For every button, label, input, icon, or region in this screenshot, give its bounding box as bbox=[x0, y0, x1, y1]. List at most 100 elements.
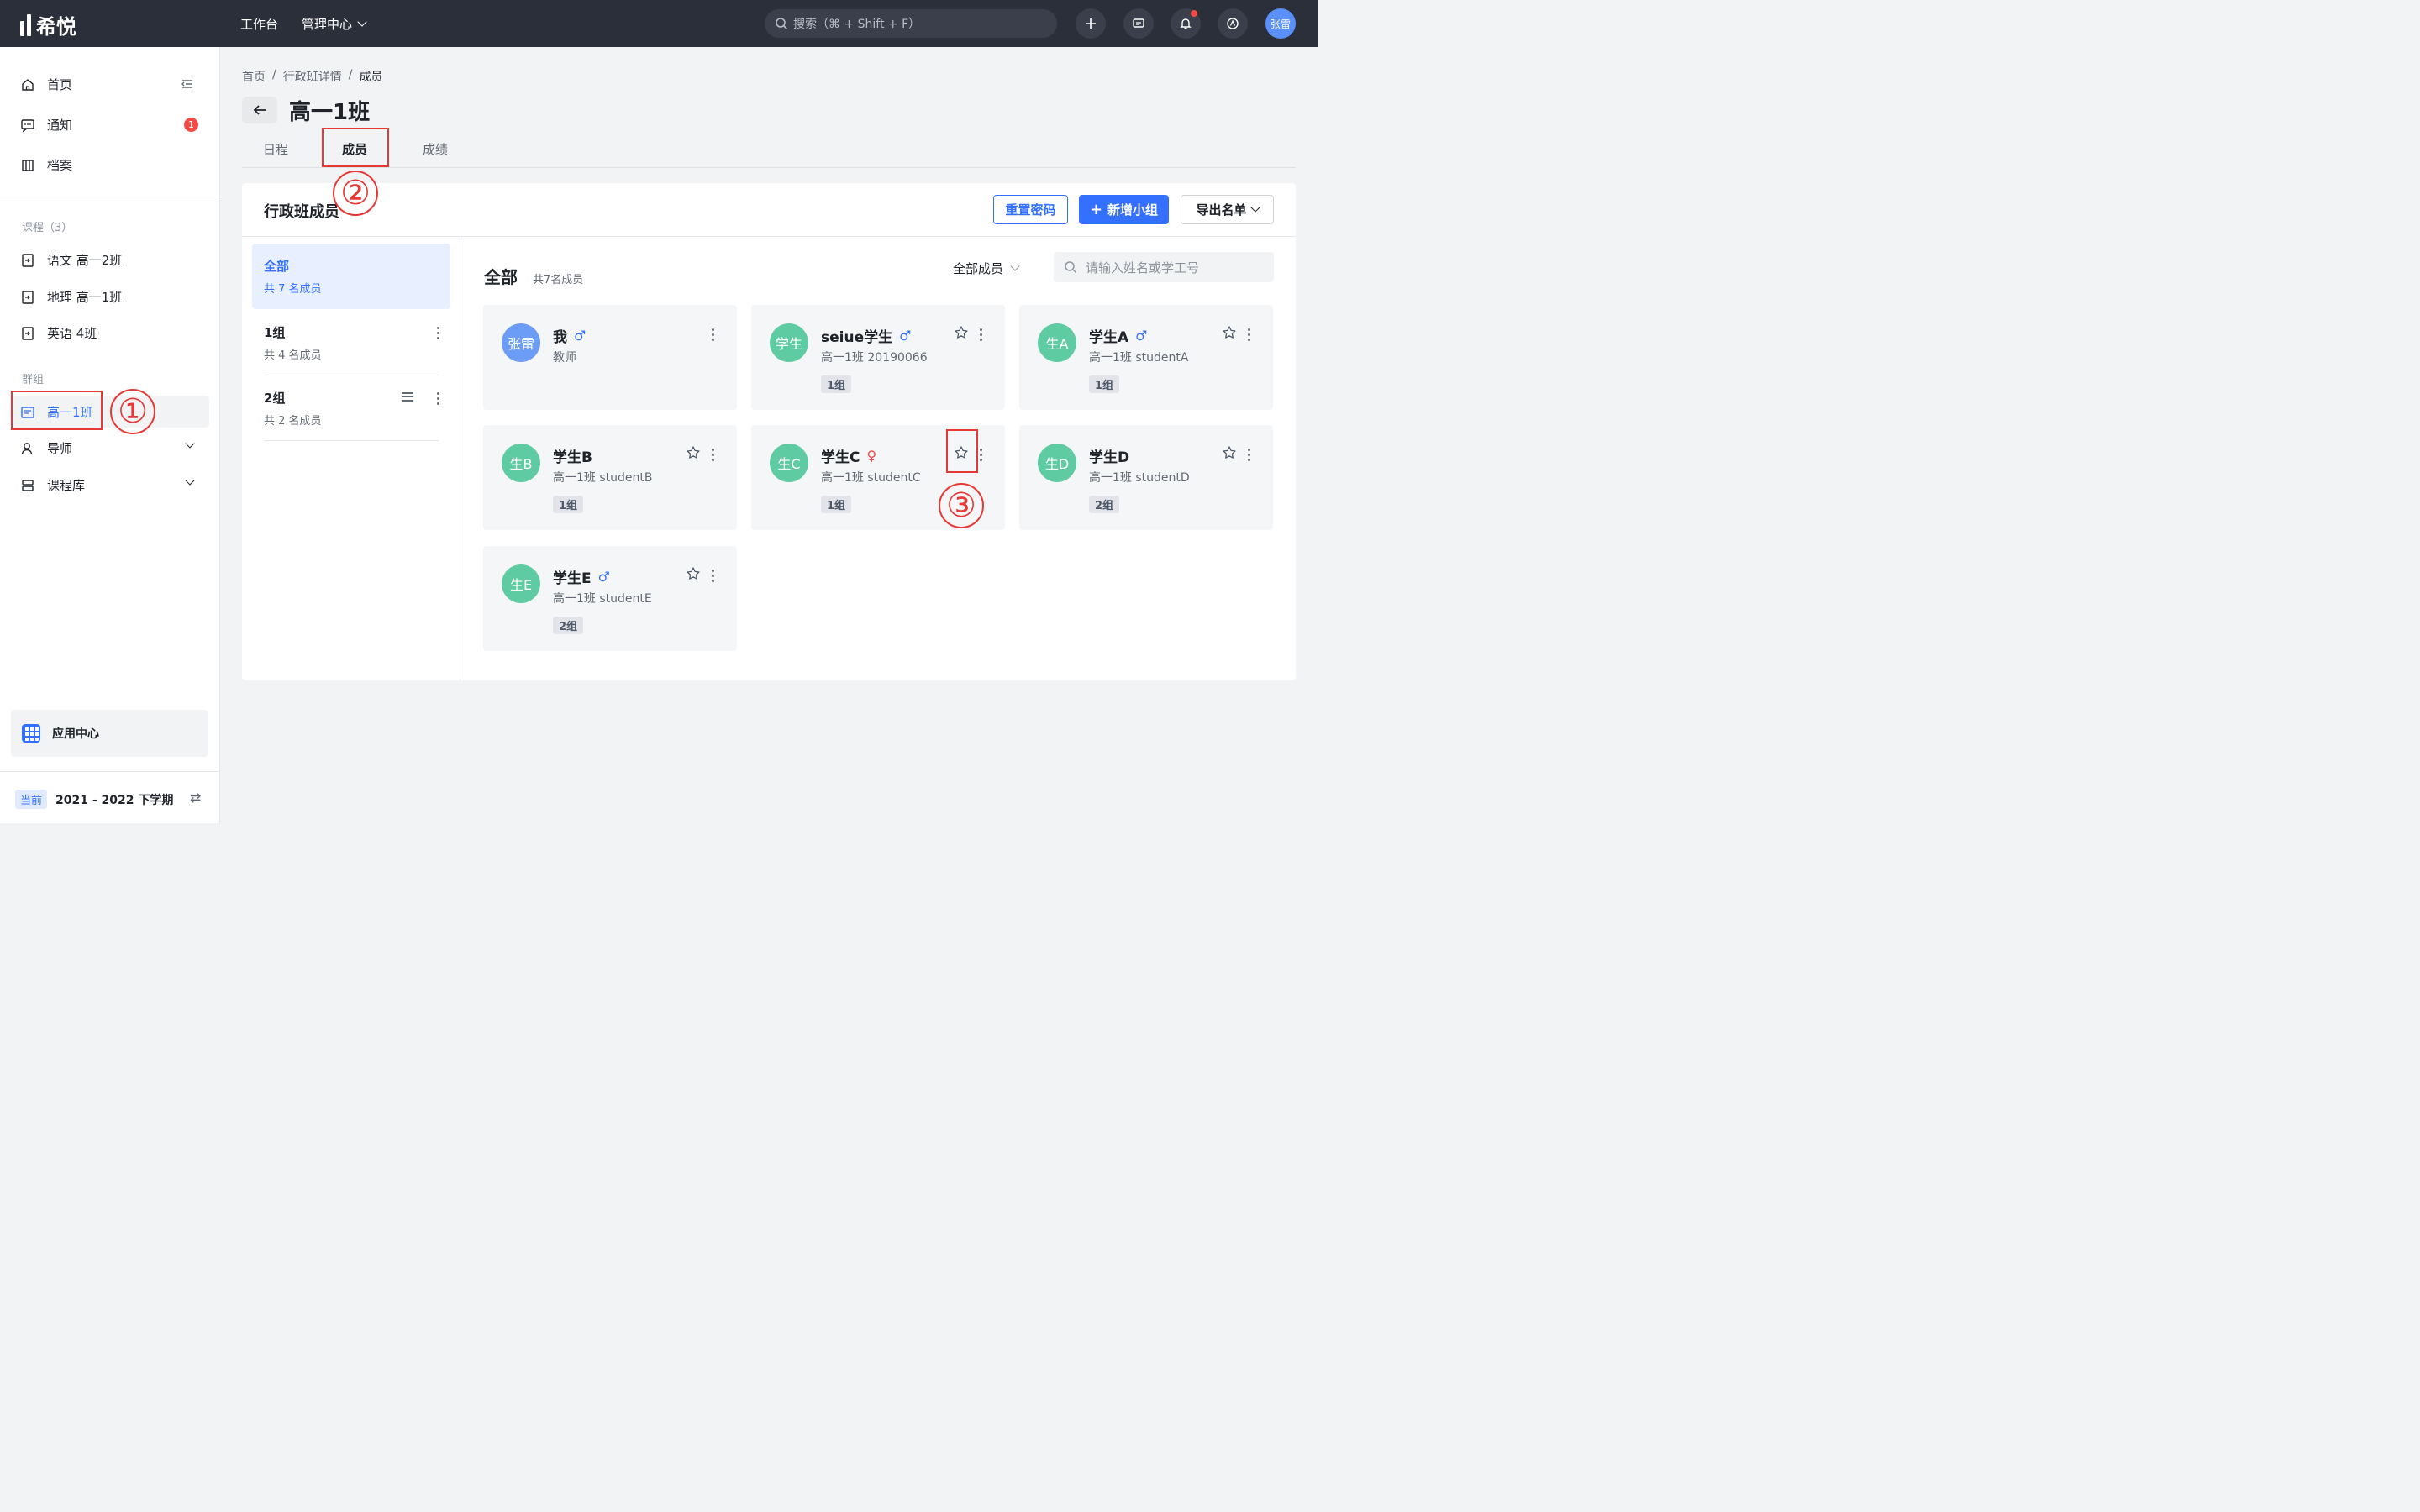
avatar[interactable]: 张雷 bbox=[502, 323, 540, 362]
member-name[interactable]: seiue学生 bbox=[821, 325, 892, 346]
panel-title: 行政班成员 bbox=[264, 203, 339, 221]
member-name[interactable]: 学生A bbox=[1089, 325, 1128, 346]
sidebar-item-mentor[interactable]: 导师 bbox=[20, 438, 197, 457]
star-icon[interactable] bbox=[1222, 445, 1237, 460]
star-icon[interactable] bbox=[686, 445, 701, 460]
group-item-all[interactable]: 全部 共 7 名成员 bbox=[252, 244, 450, 309]
archive-icon bbox=[22, 159, 34, 171]
member-name[interactable]: 学生E bbox=[553, 566, 592, 587]
bell-icon[interactable] bbox=[1171, 8, 1201, 39]
add-group-label: 新增小组 bbox=[1107, 202, 1159, 218]
add-icon[interactable] bbox=[1076, 8, 1106, 39]
breadcrumb-current: 成员 bbox=[359, 71, 383, 84]
reset-password-button[interactable]: 重置密码 bbox=[993, 195, 1068, 224]
member-search-input[interactable]: 请输入姓名或学工号 bbox=[1054, 252, 1274, 282]
avatar[interactable]: 学生 bbox=[770, 323, 808, 362]
back-button[interactable] bbox=[242, 97, 277, 123]
male-icon: ♂ bbox=[899, 328, 912, 344]
term-label: 2021 - 2022 下学期 bbox=[55, 793, 174, 807]
member-card[interactable]: 生B 学生B 高一1班 studentB 1组 bbox=[483, 425, 737, 530]
avatar[interactable]: 生C bbox=[770, 444, 808, 482]
more-icon[interactable] bbox=[711, 328, 714, 341]
male-icon: ♂ bbox=[597, 569, 610, 585]
avatar[interactable]: 生E bbox=[502, 564, 540, 603]
member-card[interactable]: 学生 seiue学生 ♂ 高一1班 20190066 1组 bbox=[751, 305, 1005, 410]
more-icon[interactable] bbox=[979, 328, 982, 341]
app-center-button[interactable]: 应用中心 bbox=[11, 710, 208, 757]
member-subtitle: 高一1班 studentC bbox=[821, 471, 921, 485]
term-tag: 当前 bbox=[15, 790, 48, 809]
annotation-number-3: ③ bbox=[939, 483, 984, 528]
star-icon[interactable] bbox=[1222, 325, 1237, 340]
swap-icon[interactable]: ⇄ bbox=[190, 790, 201, 806]
annotation-number-2: ② bbox=[333, 171, 378, 216]
members-panel: 行政班成员 重置密码 + 新增小组 导出名单 全部 共 7 名成员 1组 共 4… bbox=[242, 183, 1296, 680]
sidebar-course-1[interactable]: 语文 高一2班 bbox=[20, 251, 122, 269]
more-icon[interactable] bbox=[979, 449, 982, 461]
group-divider bbox=[264, 440, 439, 441]
sidebar-course-3[interactable]: 英语 4班 bbox=[20, 324, 97, 342]
sidebar-item-course-library[interactable]: 课程库 bbox=[20, 475, 197, 494]
home-icon bbox=[22, 78, 34, 91]
breadcrumb-home[interactable]: 首页 bbox=[242, 68, 266, 85]
members-header: 全部 共7名成员 bbox=[484, 264, 583, 288]
more-icon[interactable] bbox=[711, 570, 714, 582]
collapse-sidebar-icon[interactable] bbox=[181, 77, 194, 91]
more-icon[interactable] bbox=[436, 392, 439, 405]
more-icon[interactable] bbox=[436, 327, 439, 339]
term-selector[interactable]: 当前 2021 - 2022 下学期 bbox=[15, 790, 173, 809]
group-tag: 1组 bbox=[821, 496, 852, 513]
course-icon bbox=[22, 253, 34, 267]
sidebar-label: 课程库 bbox=[47, 478, 86, 493]
message-icon[interactable] bbox=[1123, 8, 1154, 39]
group-item-1[interactable]: 1组 共 4 名成员 bbox=[252, 309, 450, 375]
sidebar-item-notifications[interactable]: 通知 bbox=[20, 116, 72, 134]
chevron-down-icon bbox=[185, 438, 195, 449]
group-item-2[interactable]: 2组 共 2 名成员 bbox=[252, 375, 450, 440]
member-card[interactable]: 生A 学生A ♂ 高一1班 studentA 1组 bbox=[1019, 305, 1273, 410]
avatar[interactable]: 生B bbox=[502, 444, 540, 482]
avatar[interactable]: 生D bbox=[1038, 444, 1076, 482]
member-name-row: seiue学生 ♂ bbox=[821, 325, 911, 346]
groups-heading: 群组 bbox=[22, 374, 45, 386]
add-group-button[interactable]: + 新增小组 bbox=[1079, 195, 1169, 224]
member-subtitle: 高一1班 20190066 bbox=[821, 351, 928, 365]
drag-handle-icon[interactable] bbox=[402, 392, 413, 402]
breadcrumb-sep: / bbox=[348, 68, 353, 81]
member-card[interactable]: 生E 学生E ♂ 高一1班 studentE 2组 bbox=[483, 546, 737, 651]
member-filter-dropdown[interactable]: 全部成员 bbox=[953, 260, 1020, 277]
more-icon[interactable] bbox=[1247, 449, 1250, 461]
user-avatar[interactable]: 张雷 bbox=[1265, 8, 1296, 39]
search-icon bbox=[776, 18, 788, 30]
member-name[interactable]: 学生B bbox=[553, 445, 592, 466]
member-name-row: 学生E ♂ bbox=[553, 566, 610, 587]
group-tag: 2组 bbox=[1089, 496, 1120, 513]
member-card[interactable]: 生D 学生D 高一1班 studentD 2组 bbox=[1019, 425, 1273, 530]
member-name[interactable]: 学生C bbox=[821, 445, 860, 466]
breadcrumb-class-detail[interactable]: 行政班详情 bbox=[283, 68, 342, 85]
star-icon[interactable] bbox=[954, 325, 969, 340]
member-name[interactable]: 我 bbox=[553, 325, 567, 346]
group-tag: 1组 bbox=[553, 496, 584, 513]
export-list-button[interactable]: 导出名单 bbox=[1181, 195, 1274, 224]
member-name[interactable]: 学生D bbox=[1089, 445, 1129, 466]
assistant-icon[interactable] bbox=[1218, 8, 1248, 39]
tab-grades[interactable]: 成绩 bbox=[423, 140, 448, 158]
nav-admin-center[interactable]: 管理中心 bbox=[302, 15, 367, 33]
sidebar-item-home[interactable]: 首页 bbox=[20, 76, 72, 93]
more-icon[interactable] bbox=[711, 449, 714, 461]
sidebar-course-2[interactable]: 地理 高一1班 bbox=[20, 288, 122, 306]
global-search[interactable]: 搜索（⌘ + Shift + F） bbox=[765, 9, 1057, 38]
members-title: 全部 bbox=[484, 267, 518, 287]
arrow-left-icon bbox=[253, 105, 266, 115]
star-icon[interactable] bbox=[686, 566, 701, 581]
group-count: 共 2 名成员 bbox=[264, 415, 322, 428]
avatar[interactable]: 生A bbox=[1038, 323, 1076, 362]
app-logo[interactable]: 希悦 bbox=[20, 10, 76, 39]
courses-heading: 课程（3） bbox=[22, 222, 73, 234]
more-icon[interactable] bbox=[1247, 328, 1250, 341]
sidebar-item-archive[interactable]: 档案 bbox=[20, 156, 72, 174]
member-card[interactable]: 张雷我 ♂ 教师 bbox=[483, 305, 737, 410]
tab-schedule[interactable]: 日程 bbox=[263, 140, 288, 158]
nav-workbench[interactable]: 工作台 bbox=[240, 15, 278, 33]
